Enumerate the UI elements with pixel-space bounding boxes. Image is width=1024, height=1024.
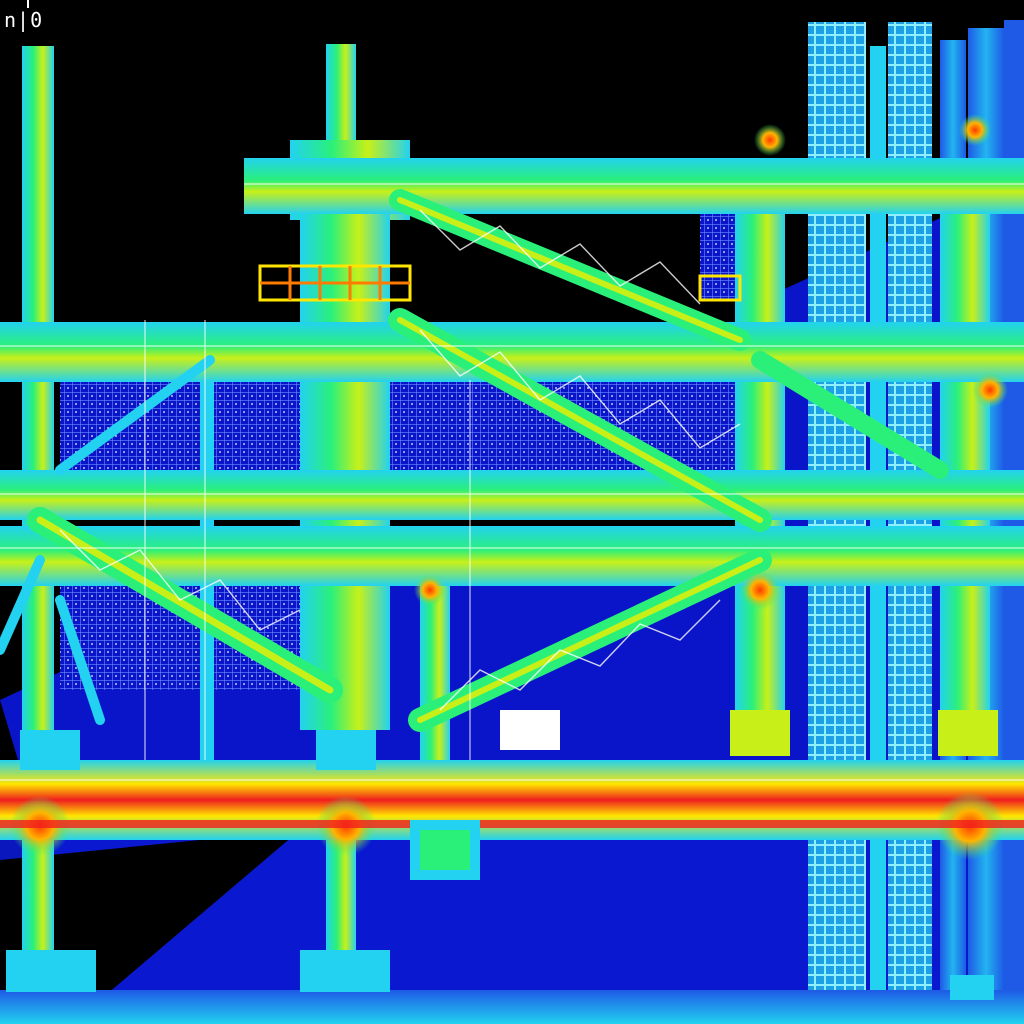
corner-tick-mark [27,0,29,8]
thermal-structure-scene [0,0,1024,1024]
corner-label: n|0 [4,8,44,32]
